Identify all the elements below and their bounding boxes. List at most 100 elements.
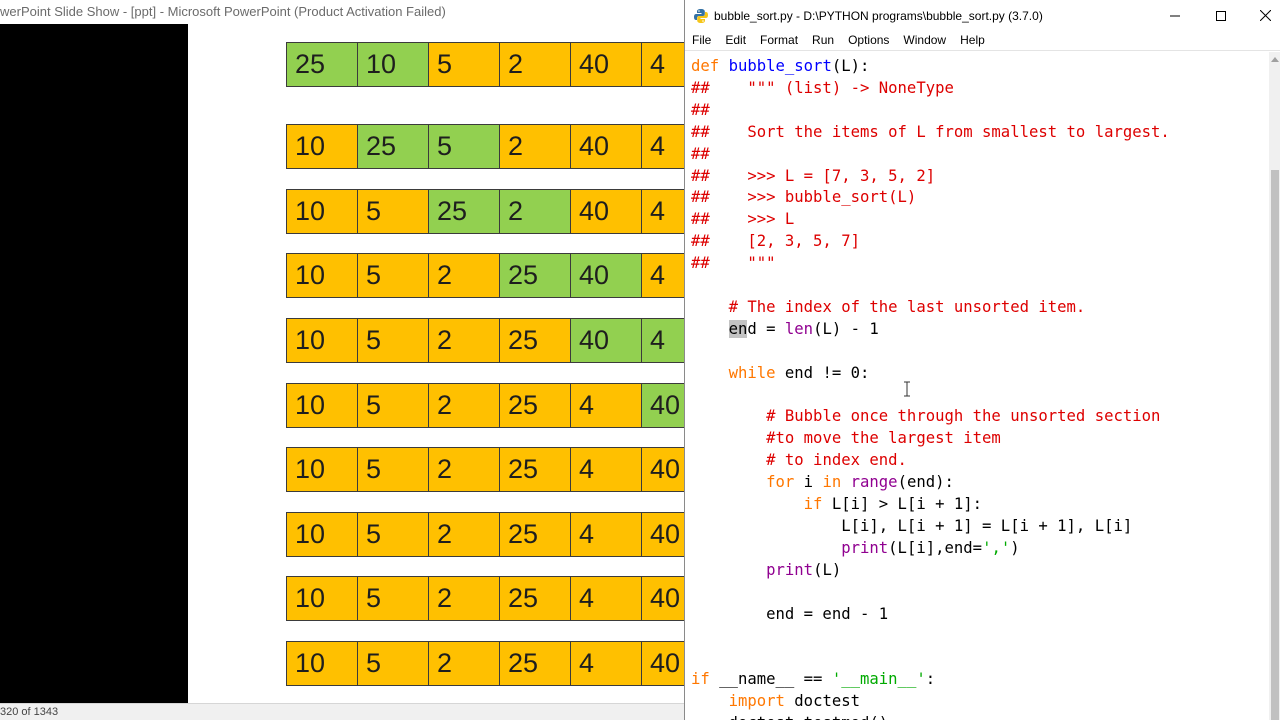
code-line: if __name__ == '__main__': [691, 668, 935, 690]
code-editor[interactable]: def bubble_sort(L): ## """ (list) -> None… [685, 52, 1269, 720]
code-line: doctest.testmod() [691, 712, 889, 720]
array-cell: 4 [642, 319, 688, 362]
code-token: # The index of the last unsorted item. [728, 297, 1086, 316]
menu-file[interactable]: File [685, 31, 718, 50]
array-cell: 25 [358, 125, 429, 168]
array-cell: 2 [429, 642, 500, 685]
code-token: ## """ (list) -> NoneType [691, 78, 954, 97]
array-cell: 10 [287, 254, 358, 297]
maximize-button[interactable] [1198, 0, 1244, 31]
desktop: werPoint Slide Show - [ppt] - Microsoft … [0, 0, 1280, 720]
menu-window[interactable]: Window [896, 31, 953, 50]
array-cell: 10 [287, 642, 358, 685]
code-line: # Bubble once through the unsorted secti… [691, 405, 1160, 427]
array-row: 10 5 2 25 4 40 [286, 447, 688, 492]
idle-title-bar[interactable]: bubble_sort.py - D:\PYTHON programs\bubb… [685, 0, 1280, 31]
array-cell: 25 [500, 513, 571, 556]
slide-canvas[interactable]: 25 10 5 2 40 4 10 25 5 2 40 4 10 5 25 2 40 4 10 5 2 25 40 4 10 5 2… [188, 24, 688, 703]
array-cell: 10 [287, 190, 358, 233]
array-cell: 40 [571, 125, 642, 168]
code-line: ## >>> L [691, 208, 794, 230]
array-cell: 4 [571, 513, 642, 556]
python-icon [693, 8, 709, 24]
code-line: ## [691, 99, 710, 121]
array-cell: 5 [429, 43, 500, 86]
scrollbar-thumb[interactable] [1271, 170, 1279, 720]
array-cell: 4 [571, 577, 642, 620]
code-line: import doctest [691, 690, 860, 712]
array-cell: 5 [429, 125, 500, 168]
text-cursor-icon [904, 381, 910, 397]
array-row: 10 5 2 25 4 40 [286, 641, 688, 686]
menu-help[interactable]: Help [953, 31, 992, 50]
menu-edit[interactable]: Edit [718, 31, 753, 50]
array-cell: 2 [429, 254, 500, 297]
array-cell: 5 [358, 190, 429, 233]
code-token: ## >>> bubble_sort(L) [691, 188, 917, 207]
array-cell: 2 [429, 384, 500, 427]
code-token: ## """ [691, 254, 776, 273]
vertical-scrollbar[interactable] [1269, 52, 1280, 720]
array-cell: 5 [358, 254, 429, 297]
code-token: end = end - 1 [691, 604, 889, 623]
code-token: d = [747, 319, 785, 338]
array-row: 10 5 2 25 4 40 [286, 576, 688, 621]
array-cell: 2 [429, 513, 500, 556]
code-token: ) [1010, 538, 1020, 557]
close-button[interactable] [1242, 0, 1280, 31]
code-token: L[i] > L[i + 1]: [822, 495, 983, 513]
code-token: for [766, 473, 795, 492]
idle-editor-window[interactable]: bubble_sort.py - D:\PYTHON programs\bubb… [684, 0, 1280, 720]
code-token: end != 0: [775, 363, 870, 382]
array-row: 10 5 25 2 40 4 [286, 189, 688, 234]
slide-black-margin [0, 24, 188, 703]
array-cell: 10 [287, 448, 358, 491]
powerpoint-title-bar: werPoint Slide Show - [ppt] - Microsoft … [0, 0, 700, 24]
code-token: (end): [897, 473, 954, 492]
array-cell: 25 [500, 319, 571, 362]
array-cell: 10 [287, 577, 358, 620]
code-line: #to move the largest item [691, 427, 1001, 449]
array-cell: 4 [642, 125, 688, 168]
code-line: ## >>> bubble_sort(L) [691, 186, 916, 208]
menu-format[interactable]: Format [753, 31, 805, 50]
array-cell: 25 [500, 254, 571, 297]
code-token: if [803, 495, 823, 513]
code-token: doctest [784, 692, 861, 711]
array-cell: 25 [429, 190, 500, 233]
code-token: (L): [831, 57, 870, 75]
array-cell: 25 [500, 577, 571, 620]
code-line: ## [2, 3, 5, 7] [691, 230, 860, 252]
minimize-icon [1170, 15, 1180, 16]
code-line: # to index end. [691, 449, 907, 471]
array-cell: 25 [500, 448, 571, 491]
code-token: en [728, 319, 748, 338]
array-cell: 5 [358, 642, 429, 685]
code-token: doctest.testmod() [691, 714, 889, 720]
code-line: # The index of the last unsorted item. [691, 296, 1086, 318]
code-token: bubble_sort [728, 57, 832, 75]
code-line: ## Sort the items of L from smallest to … [691, 121, 1170, 143]
code-line: while end != 0: [691, 362, 870, 384]
array-cell: 4 [571, 384, 642, 427]
array-row: 10 5 2 25 4 40 [286, 512, 688, 557]
array-cell: 10 [287, 384, 358, 427]
code-token: print [841, 538, 889, 557]
code-token: ## [2, 3, 5, 7] [691, 232, 860, 251]
code-token: ## >>> L [691, 210, 795, 229]
menu-run[interactable]: Run [805, 31, 841, 50]
array-cell: 2 [500, 190, 571, 233]
code-token: def [691, 57, 729, 75]
code-token: __name__ == [709, 670, 832, 689]
code-token: # to index end. [766, 451, 907, 470]
minimize-button[interactable] [1152, 0, 1198, 31]
scroll-up-button[interactable] [1269, 52, 1280, 66]
code-token: ## Sort the items of L from smallest to … [691, 122, 1170, 141]
code-line: def bubble_sort(L): [691, 55, 869, 77]
menu-options[interactable]: Options [841, 31, 896, 50]
array-cell: 4 [571, 448, 642, 491]
